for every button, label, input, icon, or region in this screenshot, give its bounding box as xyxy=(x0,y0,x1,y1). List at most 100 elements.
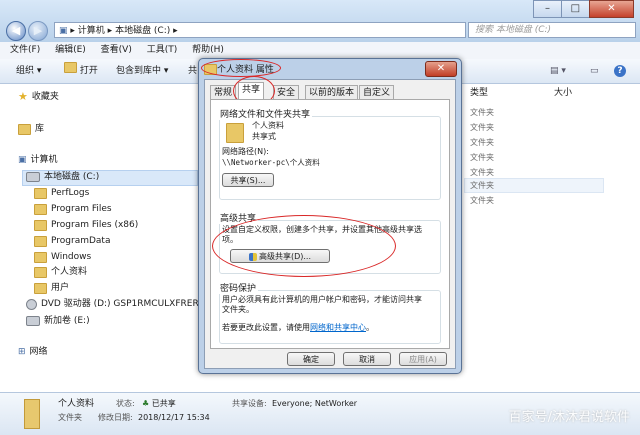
advanced-sharing-group: 高级共享 设置自定义权限，创建多个共享，并设置其他高级共享选 项。 高级共享(D… xyxy=(212,211,441,277)
network-sharing-title: 网络文件和文件夹共享 xyxy=(218,107,313,120)
preview-pane-icon[interactable]: ▭ xyxy=(590,59,599,83)
computer-crumb-icon: ▣ xyxy=(59,26,68,36)
search-input[interactable]: 搜索 本地磁盘 (C:) xyxy=(468,22,636,38)
watermark: 百家号/沐沐君说软件 xyxy=(508,410,630,425)
share-button-truncated[interactable]: 共 xyxy=(188,59,197,83)
details-share-value: Everyone; NetWorker xyxy=(272,399,358,408)
file-type-cell: 文件夹 xyxy=(470,108,494,117)
menu-file[interactable]: 文件(F) xyxy=(10,45,40,55)
nav-folder-windows[interactable]: Windows xyxy=(34,250,91,264)
file-type-cell: 文件夹 xyxy=(470,181,494,190)
shared-item-state: 共享式 xyxy=(252,132,276,141)
address-bar[interactable]: ▣ ▸ 计算机 ▸ 本地磁盘 (C:) ▸ xyxy=(54,22,466,38)
column-header-type[interactable]: 类型 xyxy=(470,88,488,98)
password-change-text: 若要更改此设置，请使用网络和共享中心。 xyxy=(222,323,374,332)
nav-network[interactable]: ⊞ 网络 xyxy=(18,345,48,359)
column-header-size[interactable]: 大小 xyxy=(554,88,572,98)
details-pane: 个人资料 文件夹 状态: ♣ 已共享 修改日期: 2018/12/17 15:3… xyxy=(0,392,640,435)
tab-customize[interactable]: 自定义 xyxy=(359,85,395,100)
folder-icon xyxy=(34,203,47,215)
tab-security[interactable]: 安全 xyxy=(273,85,300,100)
open-button[interactable]: 打开 xyxy=(64,59,98,83)
file-list: 类型 大小 文件夹 文件夹 文件夹 文件夹 文件夹 文件夹 文件夹 xyxy=(460,84,640,392)
nav-folder-program-files-x86[interactable]: Program Files (x86) xyxy=(34,218,138,232)
details-modified-value: 2018/12/17 15:34 xyxy=(138,413,210,422)
disk-icon xyxy=(26,172,40,182)
menu-view[interactable]: 查看(V) xyxy=(101,45,132,55)
file-type-cell: 文件夹 xyxy=(470,153,494,162)
file-type-cell: 文件夹 xyxy=(470,196,494,205)
tab-previous-versions[interactable]: 以前的版本 xyxy=(305,85,359,100)
minimize-button[interactable]: – xyxy=(533,0,562,18)
details-state-label: 状态: xyxy=(116,399,135,408)
dialog-close-button[interactable]: ✕ xyxy=(425,61,457,77)
dvd-icon xyxy=(26,298,37,310)
details-name: 个人资料 xyxy=(58,399,95,409)
network-sharing-group: 网络文件和文件夹共享 个人资料 共享式 网络路径(N): \\Networker… xyxy=(218,107,441,200)
menu-tools[interactable]: 工具(T) xyxy=(147,45,178,55)
apply-button[interactable]: 应用(A) xyxy=(399,352,447,366)
folder-large-icon xyxy=(24,399,40,429)
folder-icon xyxy=(34,219,47,231)
network-sharing-center-link[interactable]: 网络和共享中心 xyxy=(310,323,366,332)
help-icon[interactable]: ? xyxy=(614,65,626,77)
disk-icon xyxy=(26,316,40,326)
menu-bar: 文件(F) 编辑(E) 查看(V) 工具(T) 帮助(H) xyxy=(0,42,640,59)
details-modified-label: 修改日期: xyxy=(98,413,133,422)
menu-edit[interactable]: 编辑(E) xyxy=(55,45,86,55)
password-desc-1: 用户必须具有此计算机的用户帐户和密码，才能访问共享 xyxy=(222,295,422,304)
nav-computer[interactable]: ▣ 计算机 xyxy=(18,153,58,167)
password-protection-title: 密码保护 xyxy=(218,281,259,294)
nav-folder-personal[interactable]: 个人资料 xyxy=(34,265,87,279)
title-annotation-oval xyxy=(201,59,281,77)
network-icon: ⊞ xyxy=(18,347,26,357)
folder-icon xyxy=(34,266,47,278)
library-icon xyxy=(18,123,31,135)
share-button[interactable]: 共享(S)... xyxy=(222,173,274,187)
folder-icon xyxy=(34,235,47,247)
shared-item-name: 个人资料 xyxy=(252,121,284,130)
open-folder-icon xyxy=(64,62,77,73)
include-in-library-button[interactable]: 包含到库中 ▾ xyxy=(116,59,168,83)
sharing-tab-panel: 网络文件和文件夹共享 个人资料 共享式 网络路径(N): \\Networker… xyxy=(210,99,450,349)
forward-button[interactable]: ▶ xyxy=(28,21,48,41)
folder-icon xyxy=(34,251,47,263)
shared-folder-icon xyxy=(226,123,244,143)
nav-folder-perflogs[interactable]: PerfLogs xyxy=(34,186,89,200)
network-path-value: \\Networker-pc\个人资料 xyxy=(222,158,320,167)
breadcrumb-computer[interactable]: 计算机 xyxy=(78,26,105,36)
nav-local-disk[interactable]: 本地磁盘 (C:) xyxy=(26,170,99,184)
file-type-cell: 文件夹 xyxy=(470,123,494,132)
shared-users-icon: ♣ xyxy=(142,399,150,408)
close-button[interactable]: ✕ xyxy=(588,0,634,18)
back-button[interactable]: ◀ xyxy=(6,21,26,41)
nav-dvd-drive[interactable]: DVD 驱动器 (D:) GSP1RMCULXFRER_C xyxy=(26,297,210,311)
menu-help[interactable]: 帮助(H) xyxy=(192,45,224,55)
computer-icon: ▣ xyxy=(18,155,27,165)
ok-button[interactable]: 确定 xyxy=(287,352,335,366)
file-type-cell: 文件夹 xyxy=(470,138,494,147)
dialog-body: 常规 共享 安全 以前的版本 自定义 网络文件和文件夹共享 个人资料 共享式 网… xyxy=(204,76,456,369)
properties-dialog: 个人资料 属性 ✕ 常规 共享 安全 以前的版本 自定义 网络文件和文件夹共享 … xyxy=(198,58,462,374)
folder-icon xyxy=(34,187,47,199)
organize-button[interactable]: 组织 ▾ xyxy=(16,59,41,83)
explorer-titlebar: – □ ✕ ◀ ▶ ▣ ▸ 计算机 ▸ 本地磁盘 (C:) ▸ 搜索 本地磁盘 … xyxy=(0,0,640,42)
maximize-button[interactable]: □ xyxy=(560,0,590,18)
view-options-icon[interactable]: ▤ ▾ xyxy=(550,59,566,83)
breadcrumb-local-disk[interactable]: 本地磁盘 (C:) xyxy=(115,26,170,36)
nav-new-volume[interactable]: 新加卷 (E:) xyxy=(26,314,90,328)
details-kind: 文件夹 xyxy=(58,413,82,422)
window-controls: – □ ✕ xyxy=(533,0,634,18)
folder-icon xyxy=(34,282,47,294)
star-icon: ★ xyxy=(18,90,28,103)
nav-folder-program-files[interactable]: Program Files xyxy=(34,202,112,216)
file-type-cell: 文件夹 xyxy=(470,168,494,177)
cancel-button[interactable]: 取消 xyxy=(343,352,391,366)
advanced-annotation-oval xyxy=(212,215,396,277)
password-desc-2: 文件夹。 xyxy=(222,305,254,314)
password-protection-group: 密码保护 用户必须具有此计算机的用户帐户和密码，才能访问共享 文件夹。 若要更改… xyxy=(218,281,441,344)
nav-library[interactable]: 库 xyxy=(18,122,44,136)
nav-folder-programdata[interactable]: ProgramData xyxy=(34,234,110,248)
nav-favorites[interactable]: ★ 收藏夹 xyxy=(18,90,59,104)
nav-folder-users[interactable]: 用户 xyxy=(34,281,69,295)
